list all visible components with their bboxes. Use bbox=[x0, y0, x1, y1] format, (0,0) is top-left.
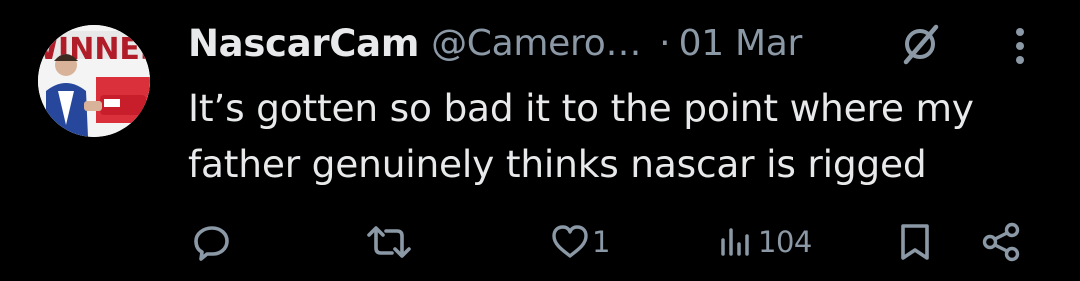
user-handle[interactable]: @Camero… bbox=[431, 23, 641, 64]
like-count: 1 bbox=[592, 225, 610, 259]
like-icon bbox=[552, 225, 588, 258]
retweet-button[interactable] bbox=[365, 220, 415, 264]
tweet-text-line: father genuinely thinks nascar is rigged bbox=[188, 142, 927, 186]
bookmark-button[interactable] bbox=[895, 220, 935, 264]
avatar[interactable]: WINNER bbox=[38, 25, 150, 137]
views-icon bbox=[721, 228, 749, 256]
tweet-date[interactable]: 01 Mar bbox=[679, 23, 803, 64]
share-button[interactable] bbox=[980, 220, 1024, 264]
separator-dot: · bbox=[659, 22, 671, 64]
grok-icon[interactable] bbox=[898, 22, 942, 70]
tweet-text: It’s gotten so bad it to the point where… bbox=[188, 80, 1068, 192]
avatar-image: WINNER bbox=[38, 25, 150, 137]
like-button[interactable]: 1 bbox=[550, 220, 610, 264]
share-icon bbox=[982, 222, 1020, 262]
views-count: 104 bbox=[758, 225, 812, 259]
avatar-logo-text: WINNER bbox=[38, 32, 150, 67]
display-name[interactable]: NascarCam bbox=[188, 22, 419, 65]
tweet-header: NascarCam @Camero… · 01 Mar bbox=[188, 18, 802, 68]
reply-icon bbox=[194, 226, 229, 261]
more-icon[interactable] bbox=[1008, 24, 1032, 72]
retweet-icon bbox=[367, 226, 411, 258]
bookmark-icon bbox=[901, 224, 929, 260]
tweet-text-line: It’s gotten so bad it to the point where… bbox=[188, 86, 974, 130]
reply-button[interactable] bbox=[192, 220, 234, 264]
views-button[interactable]: 104 bbox=[716, 220, 812, 264]
